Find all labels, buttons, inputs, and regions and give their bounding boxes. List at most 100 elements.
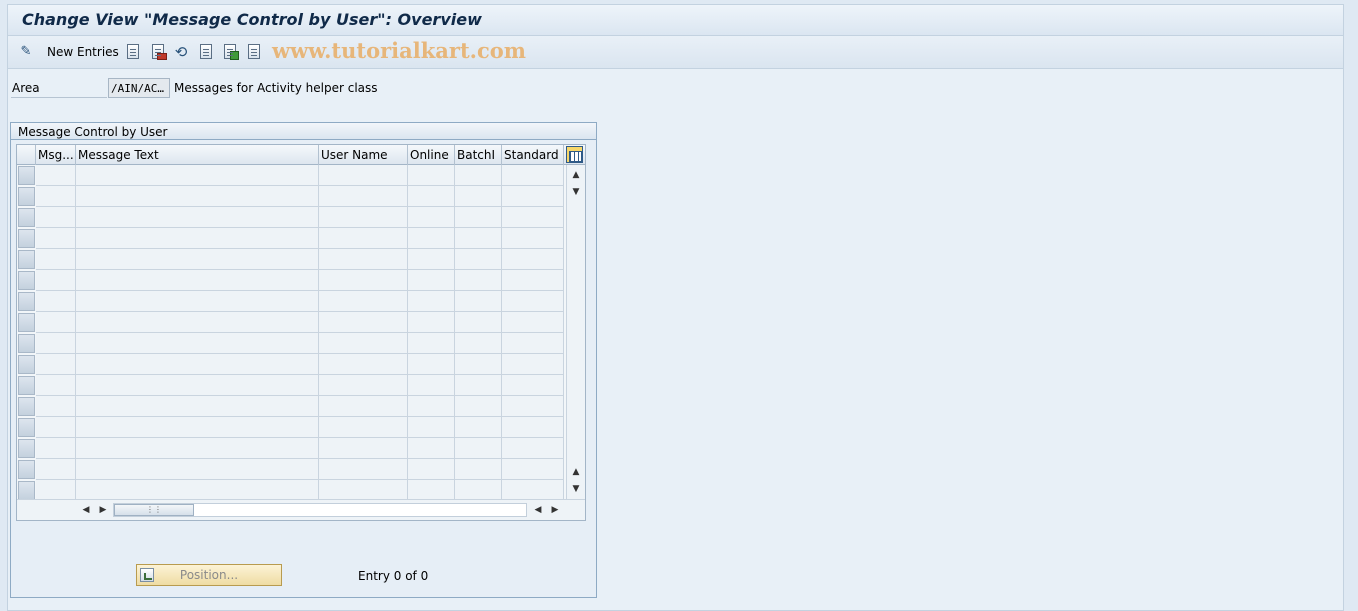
table-cell[interactable] [502, 228, 564, 249]
scroll-down-icon[interactable]: ▼ [569, 185, 583, 199]
row-selector[interactable] [18, 250, 35, 269]
table-cell[interactable] [76, 459, 319, 480]
row-selector[interactable] [18, 187, 35, 206]
table-cell[interactable] [76, 396, 319, 417]
table-cell[interactable] [36, 207, 76, 228]
table-cell[interactable] [319, 186, 408, 207]
table-cell[interactable] [76, 165, 319, 186]
table-cell[interactable] [455, 312, 502, 333]
table-cell[interactable] [319, 312, 408, 333]
table-cell[interactable] [319, 207, 408, 228]
table-cell[interactable] [36, 459, 76, 480]
table-cell[interactable] [36, 438, 76, 459]
table-cell[interactable] [502, 291, 564, 312]
table-cell[interactable] [408, 375, 455, 396]
row-selector[interactable] [18, 481, 35, 500]
table-cell[interactable] [455, 270, 502, 291]
row-selector[interactable] [18, 313, 35, 332]
table-cell[interactable] [455, 228, 502, 249]
table-cell[interactable] [455, 459, 502, 480]
table-cell[interactable] [76, 228, 319, 249]
column-header-online[interactable]: Online [408, 145, 455, 165]
column-header-user-name[interactable]: User Name [319, 145, 408, 165]
row-selector[interactable] [18, 292, 35, 311]
table-cell[interactable] [76, 312, 319, 333]
table-cell[interactable] [36, 228, 76, 249]
scroll-up-bottom-icon[interactable]: ▲ [569, 465, 583, 479]
table-cell[interactable] [502, 333, 564, 354]
vertical-scrollbar[interactable]: ▲ ▼ ▲ ▼ [566, 165, 585, 499]
table-cell[interactable] [319, 480, 408, 501]
table-cell[interactable] [455, 396, 502, 417]
table-cell[interactable] [455, 375, 502, 396]
table-cell[interactable] [36, 312, 76, 333]
table-cell[interactable] [76, 333, 319, 354]
table-cell[interactable] [319, 228, 408, 249]
table-cell[interactable] [319, 270, 408, 291]
table-cell[interactable] [319, 291, 408, 312]
table-cell[interactable] [36, 396, 76, 417]
table-cell[interactable] [408, 438, 455, 459]
table-cell[interactable] [455, 438, 502, 459]
table-cell[interactable] [408, 396, 455, 417]
table-cell[interactable] [36, 480, 76, 501]
table-cell[interactable] [502, 249, 564, 270]
table-cell[interactable] [408, 165, 455, 186]
table-cell[interactable] [502, 354, 564, 375]
row-selector[interactable] [18, 166, 35, 185]
table-cell[interactable] [408, 207, 455, 228]
table-cell[interactable] [455, 186, 502, 207]
table-cell[interactable] [76, 207, 319, 228]
hscroll-track[interactable]: ⋮⋮ [113, 503, 527, 517]
table-cell[interactable] [408, 417, 455, 438]
table-cell[interactable] [455, 291, 502, 312]
table-cell[interactable] [36, 249, 76, 270]
table-cell[interactable] [502, 165, 564, 186]
row-selector[interactable] [18, 334, 35, 353]
scroll-down-bottom-icon[interactable]: ▼ [569, 482, 583, 496]
table-cell[interactable] [76, 417, 319, 438]
row-selector[interactable] [18, 271, 35, 290]
column-header-msg[interactable]: Msg... [36, 145, 76, 165]
table-cell[interactable] [455, 417, 502, 438]
select-all-icon[interactable] [200, 44, 212, 59]
table-cell[interactable] [455, 165, 502, 186]
table-cell[interactable] [502, 438, 564, 459]
column-header-message-text[interactable]: Message Text [76, 145, 319, 165]
select-all-rows-header[interactable] [17, 145, 36, 165]
row-selector[interactable] [18, 229, 35, 248]
table-cell[interactable] [455, 354, 502, 375]
table-cell[interactable] [502, 375, 564, 396]
table-cell[interactable] [36, 270, 76, 291]
table-cell[interactable] [408, 186, 455, 207]
table-cell[interactable] [36, 186, 76, 207]
table-cell[interactable] [36, 333, 76, 354]
column-header-standard[interactable]: Standard [502, 145, 564, 165]
row-selector[interactable] [18, 355, 35, 374]
table-cell[interactable] [502, 417, 564, 438]
row-selector[interactable] [18, 439, 35, 458]
table-cell[interactable] [408, 459, 455, 480]
table-cell[interactable] [319, 354, 408, 375]
column-header-batchi[interactable]: BatchI [455, 145, 502, 165]
edit-pencil-icon[interactable]: ✎ [18, 44, 34, 60]
column-settings-icon[interactable] [566, 146, 583, 163]
delete-icon[interactable] [152, 44, 167, 60]
table-cell[interactable] [408, 480, 455, 501]
table-cell[interactable] [502, 396, 564, 417]
table-cell[interactable] [408, 333, 455, 354]
position-button[interactable]: Position... [136, 564, 282, 586]
new-entries-button[interactable]: New Entries [47, 45, 119, 59]
table-cell[interactable] [319, 333, 408, 354]
table-cell[interactable] [408, 228, 455, 249]
table-cell[interactable] [76, 438, 319, 459]
table-cell[interactable] [408, 354, 455, 375]
table-cell[interactable] [319, 165, 408, 186]
table-cell[interactable] [76, 186, 319, 207]
scroll-up-icon[interactable]: ▲ [569, 168, 583, 182]
table-cell[interactable] [76, 249, 319, 270]
table-cell[interactable] [455, 207, 502, 228]
scroll-right-end-icon[interactable]: ▶ [548, 503, 562, 517]
table-cell[interactable] [319, 417, 408, 438]
table-cell[interactable] [319, 375, 408, 396]
